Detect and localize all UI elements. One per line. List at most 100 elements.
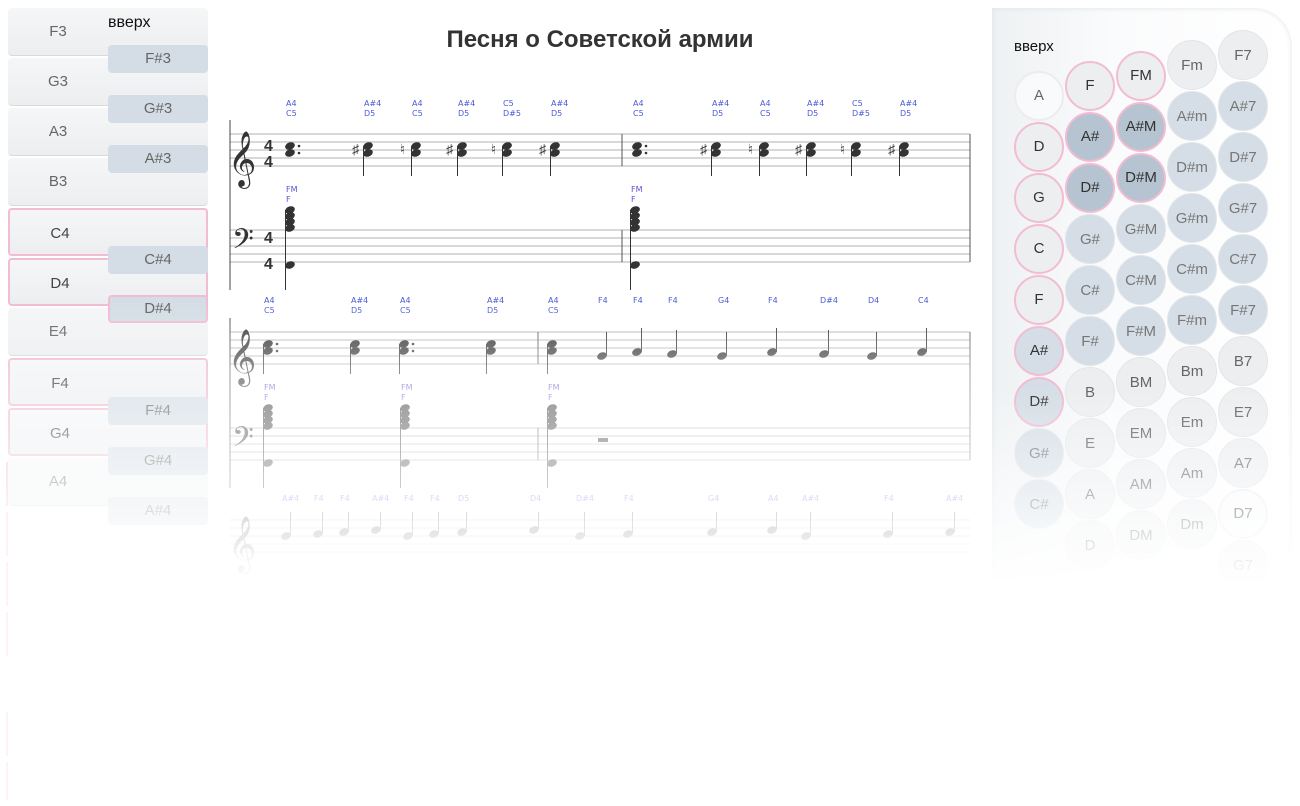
- chord-button[interactable]: F7: [1218, 30, 1268, 80]
- chord-button[interactable]: A#7: [1218, 81, 1268, 131]
- chord-button-highlighted[interactable]: FM: [1116, 51, 1166, 101]
- note-name-label: D#4: [820, 296, 838, 305]
- accidental: ♮: [400, 141, 405, 157]
- bass-button-highlighted[interactable]: C: [1014, 224, 1064, 274]
- chord-button[interactable]: Am: [1167, 448, 1217, 498]
- chord-button[interactable]: Bm: [1167, 346, 1217, 396]
- chord-button[interactable]: G#m: [1167, 193, 1217, 243]
- chord-button[interactable]: G#M: [1116, 204, 1166, 254]
- chord-name-label: FM: [548, 383, 560, 392]
- accidental: ♯: [539, 141, 547, 157]
- treble-clef: 𝄞: [228, 132, 256, 189]
- key-edge-highlight: [6, 762, 8, 806]
- bass-button-active[interactable]: A#: [1065, 112, 1115, 162]
- chord-button-active[interactable]: A#M: [1116, 102, 1166, 152]
- chord-button[interactable]: EM: [1116, 408, 1166, 458]
- note-name-label: D5: [551, 109, 562, 118]
- key-black[interactable]: A#3: [108, 145, 208, 173]
- chord-button[interactable]: F#7: [1218, 285, 1268, 335]
- chord-button[interactable]: A7: [1218, 438, 1268, 488]
- note-name-label: C5: [400, 306, 411, 315]
- rest: [598, 438, 608, 442]
- chord-button[interactable]: C#7: [1218, 234, 1268, 284]
- chord-button[interactable]: D#m: [1167, 142, 1217, 192]
- bass-button-highlighted[interactable]: D#: [1014, 377, 1064, 427]
- scroll-up-label[interactable]: вверх: [108, 14, 150, 32]
- bass-button[interactable]: A: [1065, 469, 1115, 519]
- chord-button[interactable]: Fm: [1167, 40, 1217, 90]
- note-name-label: G4: [718, 296, 729, 305]
- note-name-label: C5: [264, 306, 275, 315]
- chord-button[interactable]: Em: [1167, 397, 1217, 447]
- chord-button[interactable]: DM: [1116, 510, 1166, 560]
- note-name-label: A#4: [282, 494, 299, 503]
- chord-button[interactable]: D#7: [1218, 132, 1268, 182]
- chord-button[interactable]: A#m: [1167, 91, 1217, 141]
- chord-button[interactable]: C#M: [1116, 255, 1166, 305]
- system-1: 𝄞𝄢4444A4C5A#4D5♯A4C5♮A#4D5♯C5D#5♮A#4D5♯A…: [228, 99, 971, 290]
- chord-name-label: F: [631, 195, 636, 204]
- chord-name-label: F: [401, 393, 406, 402]
- bass-button[interactable]: G#: [1014, 428, 1064, 478]
- bass-button-active[interactable]: D#: [1065, 163, 1115, 213]
- bass-button[interactable]: C#: [1065, 265, 1115, 315]
- chord-button[interactable]: F#m: [1167, 295, 1217, 345]
- bass-button-highlighted[interactable]: F: [1065, 61, 1115, 111]
- key-edge-highlight: [6, 562, 8, 606]
- bass-button-highlighted[interactable]: A#: [1014, 326, 1064, 376]
- chord-button[interactable]: G#7: [1218, 183, 1268, 233]
- note-name-label: A4: [412, 99, 423, 108]
- key-black[interactable]: F#4: [108, 397, 208, 425]
- chord-button[interactable]: Dm: [1167, 499, 1217, 549]
- accidental: ♮: [748, 141, 753, 157]
- note-dot: [411, 342, 415, 346]
- key-black[interactable]: F#3: [108, 45, 208, 73]
- chord-button[interactable]: G7: [1218, 540, 1268, 588]
- note-name-label: A#4: [551, 99, 568, 108]
- bass-button[interactable]: D: [1065, 520, 1115, 570]
- bass-button[interactable]: C#: [1014, 479, 1064, 529]
- note-name-label: A4: [286, 99, 297, 108]
- bass-button[interactable]: F#: [1065, 316, 1115, 366]
- bass-button-highlighted[interactable]: G: [1014, 173, 1064, 223]
- treble-clef: 𝄞: [228, 330, 256, 387]
- bass-button[interactable]: B: [1065, 367, 1115, 417]
- time-signature-digit: 4: [264, 230, 273, 247]
- key-edge-highlight: [6, 612, 8, 656]
- note-name-label: F4: [340, 494, 350, 503]
- key-black-highlighted[interactable]: D#4: [108, 295, 208, 323]
- treble-clef: 𝄞: [228, 517, 256, 574]
- chord-name-label: FM: [631, 185, 643, 194]
- chord-name-label: FM: [264, 383, 276, 392]
- chord-button-highlighted[interactable]: D7: [1218, 489, 1268, 539]
- chord-button[interactable]: AM: [1116, 459, 1166, 509]
- note-dot: [297, 144, 301, 148]
- bass-button[interactable]: G#: [1065, 214, 1115, 264]
- chord-button[interactable]: C#m: [1167, 244, 1217, 294]
- accidental: ♯: [352, 141, 360, 157]
- key-black[interactable]: G#3: [108, 95, 208, 123]
- note-name-label: A4: [548, 296, 559, 305]
- key-black[interactable]: C#4: [108, 246, 208, 274]
- chord-button-active[interactable]: D#M: [1116, 153, 1166, 203]
- accidental: ♮: [491, 141, 496, 157]
- note-name-label: C4: [918, 296, 929, 305]
- bass-button[interactable]: A: [1014, 71, 1064, 121]
- chord-button[interactable]: B7: [1218, 336, 1268, 386]
- key-edge-highlight: [6, 462, 8, 506]
- key-edge-highlight: [6, 512, 8, 556]
- bass-button-highlighted[interactable]: D: [1014, 122, 1064, 172]
- chord-button[interactable]: E7: [1218, 387, 1268, 437]
- chord-button[interactable]: BM: [1116, 357, 1166, 407]
- chord-button[interactable]: F#M: [1116, 306, 1166, 356]
- key-black[interactable]: A#4: [108, 497, 208, 525]
- note-name-label: D4: [530, 494, 541, 503]
- note-dot: [275, 342, 279, 346]
- note-name-label: A4: [768, 494, 779, 503]
- bass-button-highlighted[interactable]: F: [1014, 275, 1064, 325]
- key-black[interactable]: G#4: [108, 447, 208, 475]
- chord-name-label: F: [264, 393, 269, 402]
- bass-button[interactable]: E: [1065, 418, 1115, 468]
- note-name-label: D5: [900, 109, 911, 118]
- scroll-up-label[interactable]: вверх: [1014, 38, 1054, 55]
